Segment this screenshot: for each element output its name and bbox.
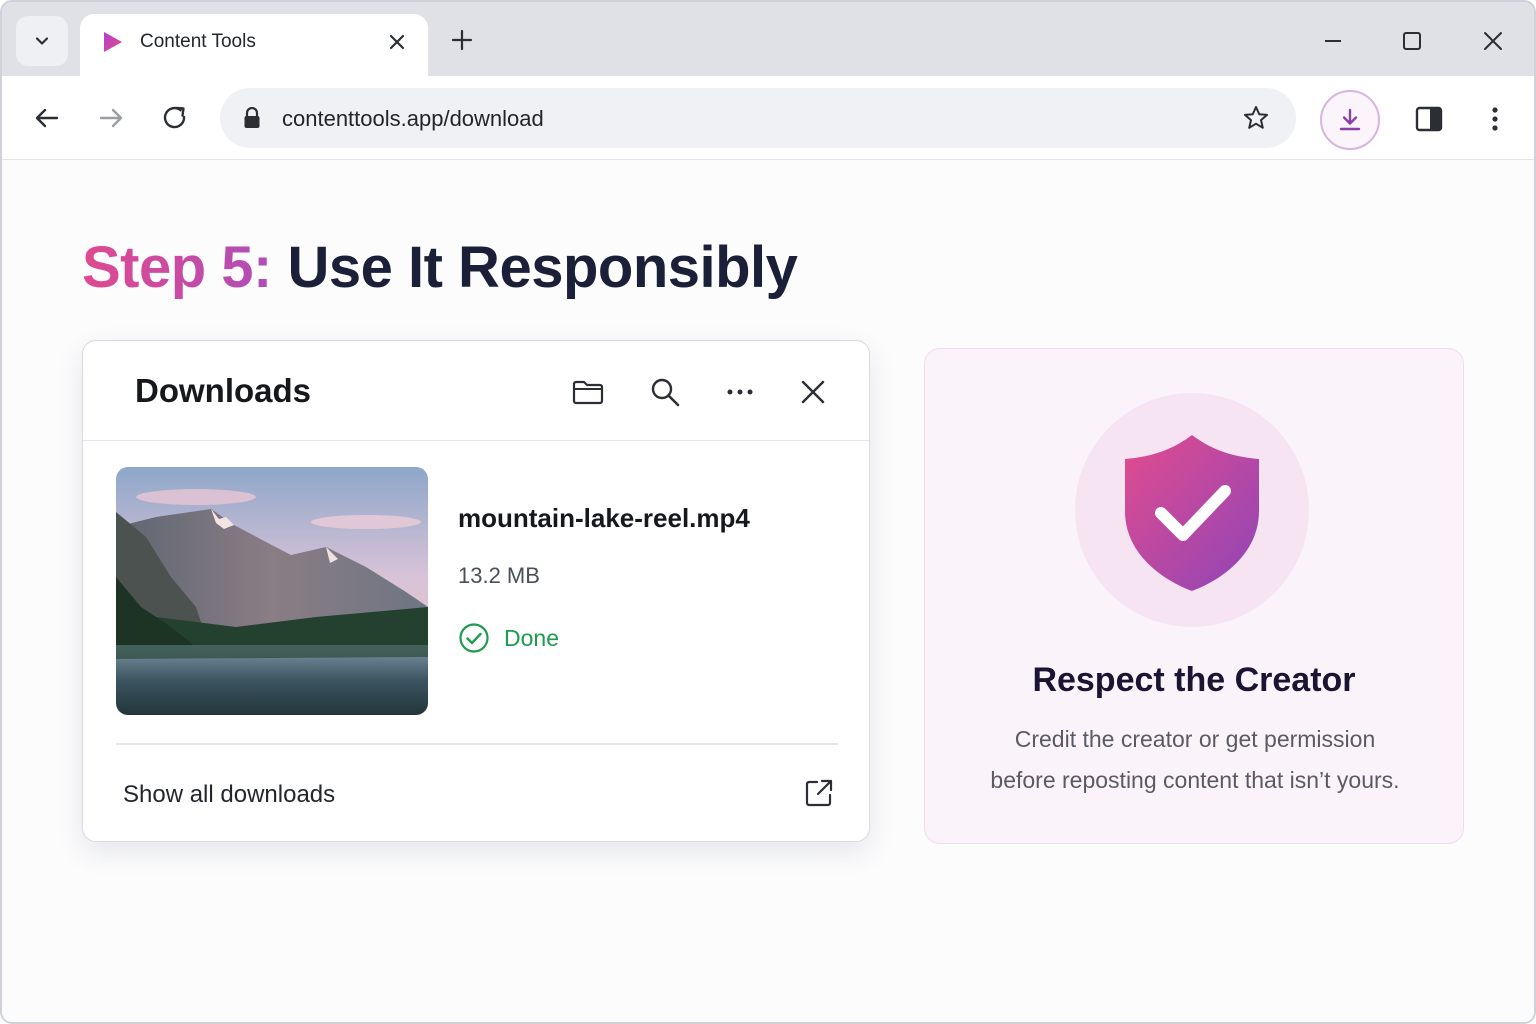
chevron-down-icon <box>35 37 49 45</box>
file-name[interactable]: mountain-lake-reel.mp4 <box>458 503 750 534</box>
folder-icon[interactable] <box>571 375 605 409</box>
card-title: Respect the Creator <box>1032 661 1356 699</box>
step-title: Use It Responsibly <box>287 235 798 300</box>
url-text[interactable]: contenttools.app/download <box>282 106 544 132</box>
tab-strip: Content Tools <box>2 2 1534 76</box>
window-close-icon[interactable] <box>1480 28 1506 54</box>
search-icon[interactable] <box>648 375 682 409</box>
lock-icon[interactable] <box>242 107 262 129</box>
star-icon[interactable] <box>1242 104 1270 132</box>
tab-content-tools[interactable]: Content Tools <box>80 14 428 76</box>
tab-title: Content Tools <box>140 31 256 52</box>
back-icon[interactable] <box>32 103 62 133</box>
check-circle-icon <box>459 623 489 653</box>
download-icon <box>1339 108 1361 131</box>
file-size: 13.2 MB <box>458 563 540 588</box>
browser-toolbar: contenttools.app/download <box>2 76 1534 160</box>
mountain-lake-image <box>116 467 428 715</box>
play-triangle-icon <box>104 32 122 52</box>
new-tab-plus-icon[interactable] <box>449 27 475 53</box>
show-all-downloads-link[interactable]: Show all downloads <box>123 781 335 809</box>
address-bar[interactable]: contenttools.app/download <box>220 88 1296 148</box>
status-text: Done <box>504 624 559 651</box>
shield-check-icon <box>1125 435 1259 591</box>
browser-window: Content Tools contenttools.app/download … <box>0 0 1536 1024</box>
forward-icon[interactable] <box>96 103 126 133</box>
close-icon[interactable] <box>386 31 408 53</box>
page-title: Step 5: Use It Responsibly <box>82 234 798 301</box>
divider <box>116 743 838 745</box>
open-external-icon[interactable] <box>803 777 835 809</box>
card-description: Credit the creator or get permission bef… <box>955 719 1435 801</box>
close-icon[interactable] <box>796 375 830 409</box>
downloads-panel-title: Downloads <box>135 372 312 409</box>
tab-search-button[interactable] <box>16 16 68 66</box>
side-panel-icon[interactable] <box>1414 104 1444 134</box>
card-text-line: before reposting content that isn’t your… <box>990 767 1400 793</box>
minimize-icon[interactable] <box>1320 28 1346 54</box>
menu-icon[interactable] <box>1482 104 1508 134</box>
card-text-line: Credit the creator or get permission <box>1014 726 1376 752</box>
step-label: Step 5: <box>82 235 272 300</box>
responsibility-card: Respect the Creator Credit the creator o… <box>924 348 1464 844</box>
download-status: Done <box>458 621 559 655</box>
maximize-icon[interactable] <box>1399 28 1425 54</box>
more-icon[interactable] <box>723 375 757 409</box>
downloads-button[interactable] <box>1320 90 1380 150</box>
reload-icon[interactable] <box>160 103 190 133</box>
video-thumbnail[interactable] <box>116 467 428 715</box>
downloads-panel: Downloads mountain-lake-reel.mp4 13.2 MB… <box>82 340 870 842</box>
downloads-panel-header: Downloads <box>83 341 869 441</box>
